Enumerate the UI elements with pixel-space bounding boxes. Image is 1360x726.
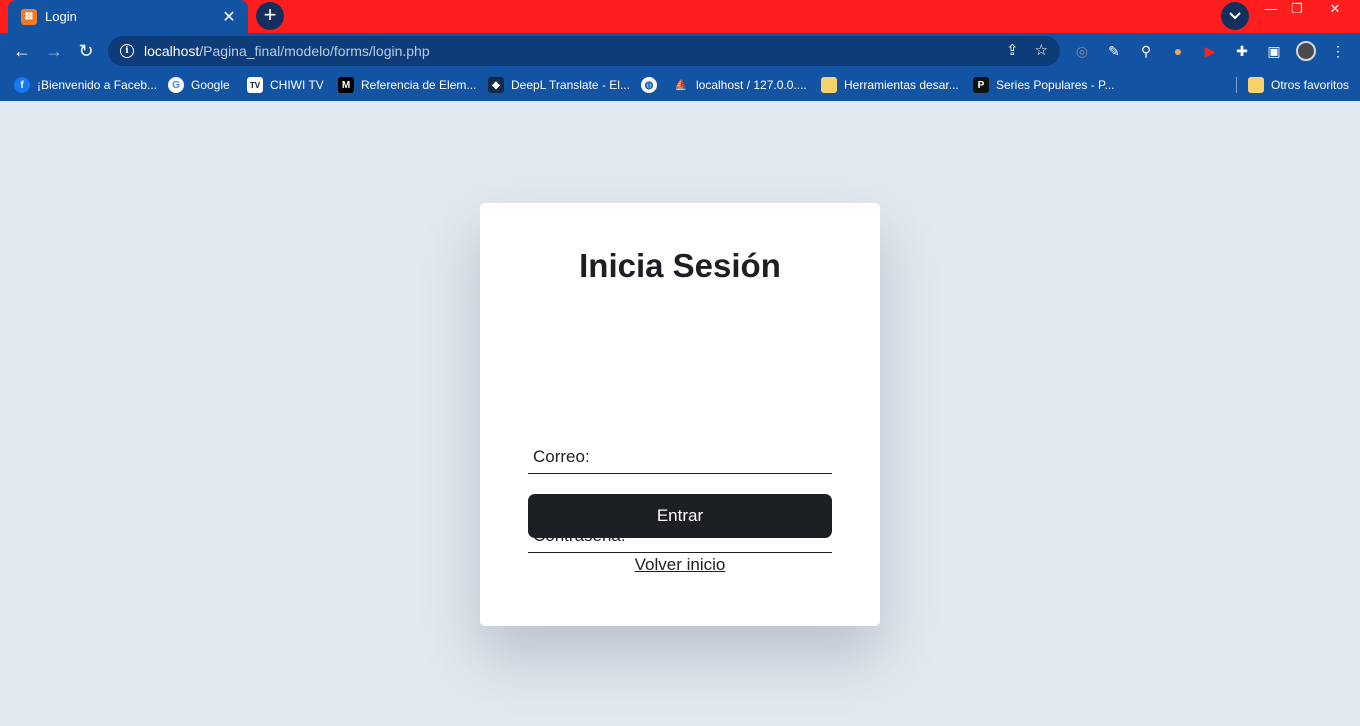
bookmark-label: ¡Bienvenido a Faceb...: [37, 78, 158, 92]
folder-icon: [821, 77, 837, 93]
bookmark-label: localhost / 127.0.0....: [696, 78, 807, 92]
bookmark-item[interactable]: ⛵ localhost / 127.0.0....: [673, 75, 807, 95]
browser-tab[interactable]: ⊠ Login ✕: [8, 0, 248, 33]
login-title: Inicia Sesión: [579, 247, 781, 284]
bookmark-label: Referencia de Elem...: [361, 78, 477, 92]
browser-toolbar: ← → ↻ i localhost/Pagina_final/modelo/fo…: [0, 33, 1360, 69]
tv-icon: TV: [247, 77, 263, 93]
bookmark-label: Google: [191, 78, 230, 92]
puzzle-extensions-icon[interactable]: ✚: [1232, 41, 1252, 61]
bookmark-star-icon[interactable]: ☆: [1035, 41, 1048, 59]
forward-button[interactable]: →: [42, 39, 66, 63]
youtube-extension-icon[interactable]: ▶: [1200, 41, 1220, 61]
menu-kebab-icon[interactable]: ⋮: [1328, 41, 1348, 61]
extension-icon-1[interactable]: ◎: [1072, 41, 1092, 61]
bookmark-label: Herramientas desar...: [844, 78, 959, 92]
pen-extension-icon[interactable]: ✎: [1104, 41, 1124, 61]
login-card: Inicia Sesión Correo: Contraseña: Entrar…: [480, 203, 880, 626]
back-button[interactable]: ←: [10, 39, 34, 63]
bookmark-item[interactable]: P Series Populares - P...: [973, 75, 1115, 95]
globe-icon: ◍: [641, 77, 657, 93]
p-icon: P: [973, 77, 989, 93]
submit-button[interactable]: Entrar: [528, 494, 832, 538]
other-bookmarks-label: Otros favoritos: [1271, 78, 1350, 92]
xampp-icon: ⊠: [21, 8, 37, 25]
site-info-icon[interactable]: i: [120, 44, 134, 58]
share-icon[interactable]: ⇪: [1006, 41, 1019, 59]
profile-avatar[interactable]: [1296, 41, 1316, 61]
deepl-icon: ◆: [488, 77, 504, 93]
bookmark-item[interactable]: G Google: [168, 75, 230, 95]
search-extension-icon[interactable]: ⚲: [1136, 41, 1156, 61]
facebook-icon: f: [14, 77, 30, 93]
bookmarks-bar: f ¡Bienvenido a Faceb... G Google TV CHI…: [0, 69, 1360, 101]
bookmark-label: CHIWI TV: [270, 78, 324, 92]
url-text: localhost/Pagina_final/modelo/forms/logi…: [144, 43, 430, 59]
reload-button[interactable]: ↻: [74, 39, 98, 63]
google-icon: G: [168, 77, 184, 93]
other-bookmarks[interactable]: Otros favoritos: [1248, 75, 1349, 95]
tab-strip: ⊠ Login ✕ + — ❐ ✕: [0, 0, 1360, 33]
bookmark-item[interactable]: TV CHIWI TV: [247, 75, 324, 95]
bookmark-item[interactable]: ◍: [641, 75, 664, 95]
close-tab-icon[interactable]: ✕: [220, 7, 238, 27]
bookmark-item[interactable]: f ¡Bienvenido a Faceb...: [14, 75, 157, 95]
bookmark-item[interactable]: ◆ DeepL Translate - El...: [488, 75, 630, 95]
bookmark-label: DeepL Translate - El...: [511, 78, 630, 92]
close-window-button[interactable]: ✕: [1318, 0, 1352, 20]
back-home-link[interactable]: Volver inicio: [480, 555, 880, 575]
extension-icon-4[interactable]: ●: [1168, 41, 1188, 61]
folder-icon: [1248, 77, 1264, 93]
email-input[interactable]: [528, 444, 832, 473]
tab-search-button[interactable]: [1221, 2, 1249, 30]
restore-button[interactable]: ❐: [1280, 0, 1314, 20]
url-host: localhost: [144, 43, 200, 59]
bookmarks-separator: [1236, 77, 1237, 93]
email-field[interactable]: Correo:: [528, 444, 832, 474]
bookmark-label: Series Populares - P...: [996, 78, 1115, 92]
url-path: /Pagina_final/modelo/forms/login.php: [199, 43, 430, 59]
phpmyadmin-icon: ⛵: [674, 79, 688, 91]
tab-title: Login: [45, 9, 77, 24]
mdn-icon: M: [338, 77, 354, 93]
new-tab-button[interactable]: +: [256, 2, 284, 30]
page-viewport: Inicia Sesión Correo: Contraseña: Entrar…: [0, 101, 1360, 726]
chevron-down-icon: [1229, 12, 1241, 20]
bookmark-item[interactable]: M Referencia de Elem...: [338, 75, 476, 95]
bookmark-item[interactable]: Herramientas desar...: [821, 75, 959, 95]
side-panel-icon[interactable]: ▣: [1264, 41, 1284, 61]
address-bar[interactable]: i localhost/Pagina_final/modelo/forms/lo…: [108, 36, 1060, 66]
